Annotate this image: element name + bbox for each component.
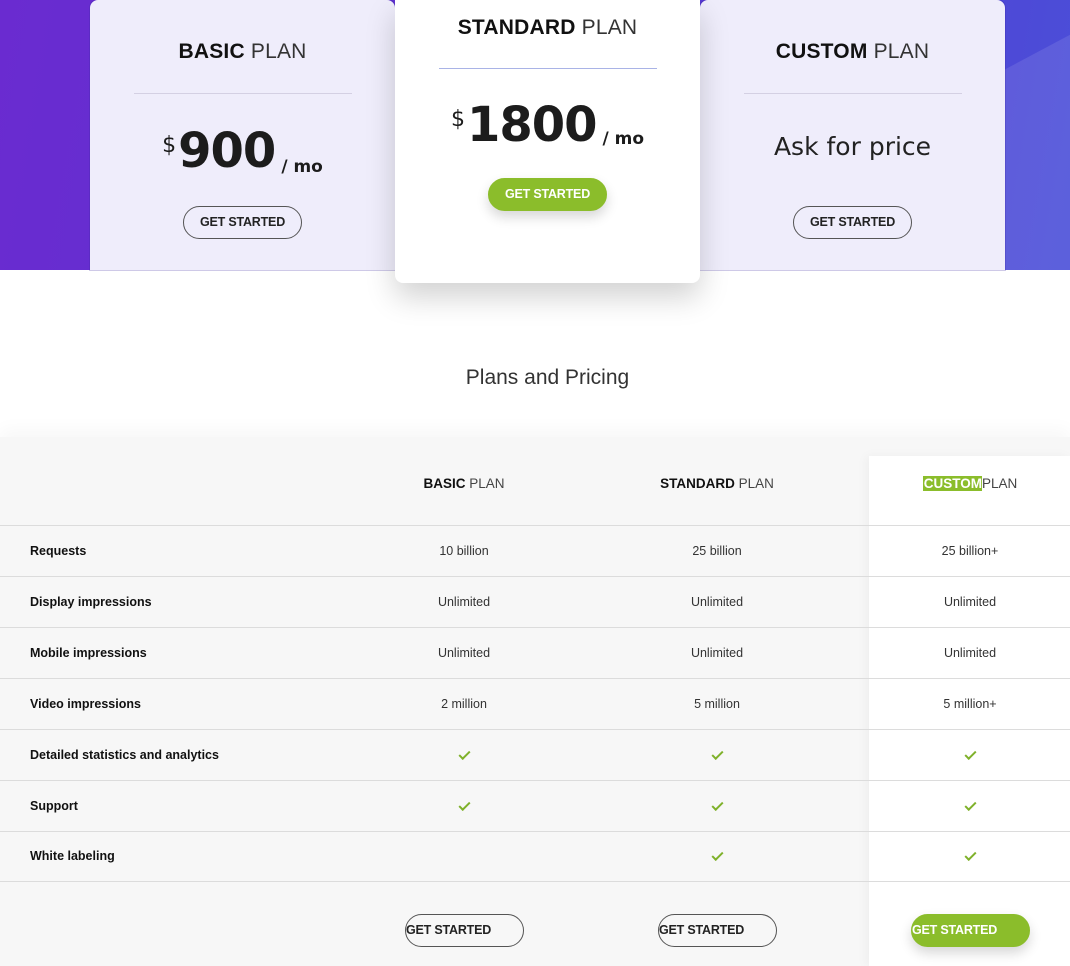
check-icon (457, 747, 471, 761)
price-period: / mo (281, 157, 323, 177)
price-amount: 900 (178, 123, 276, 179)
plan-name-light: PLAN (873, 40, 930, 63)
table-row: Detailed statistics and analytics (0, 730, 1070, 781)
column-name-light: PLAN (469, 476, 505, 491)
check-icon (963, 747, 977, 761)
basic-plan-title: BASIC PLAN (90, 40, 395, 64)
cell-basic: 2 million (441, 697, 487, 711)
cell-basic: Unlimited (437, 595, 491, 609)
row-divider (0, 678, 1070, 679)
cell-custom: Unlimited (943, 595, 997, 609)
check-icon (710, 747, 724, 761)
row-divider (0, 729, 1070, 730)
table-row: Support (0, 781, 1070, 832)
column-name-bold: STANDARD (660, 476, 735, 491)
cell-standard: 5 million (694, 697, 740, 711)
table-row: Display impressions Unlimited Unlimited … (0, 577, 1070, 628)
column-name-bold: BASIC (423, 476, 466, 491)
basic-plan-card: BASIC PLAN $ 900 / mo GET STARTED (90, 0, 395, 270)
table-basic-cta-wrap: GET STARTED (405, 914, 524, 947)
table-row: Video impressions 2 million 5 million 5 … (0, 679, 1070, 730)
section-title: Plans and Pricing (465, 366, 630, 389)
table-header-standard: STANDARD PLAN (617, 476, 817, 492)
cell-basic: Unlimited (437, 646, 491, 660)
row-label: Display impressions (30, 595, 152, 609)
standard-plan-card: STANDARD PLAN $ 1800 / mo GET STARTED (395, 0, 700, 283)
row-label: Requests (30, 544, 87, 558)
cell-custom (870, 781, 1070, 832)
check-icon (710, 798, 724, 812)
standard-get-started-button[interactable]: GET STARTED (488, 178, 607, 211)
cell-basic (364, 781, 564, 832)
cell-custom (870, 730, 1070, 781)
table-standard-get-started-button[interactable]: GET STARTED (658, 914, 777, 947)
row-label: Support (30, 799, 78, 813)
cell-custom (870, 831, 1070, 882)
cell-custom: Unlimited (943, 646, 997, 660)
row-divider (0, 780, 1070, 781)
price-period: / mo (602, 129, 645, 149)
table-header-basic: BASIC PLAN (364, 476, 564, 492)
price-currency: $ (162, 133, 177, 158)
cell-standard (617, 730, 817, 781)
row-label: Detailed statistics and analytics (30, 748, 219, 762)
table-row: White labeling (0, 831, 1070, 882)
row-divider (0, 881, 1070, 882)
plan-name-light: PLAN (581, 16, 638, 39)
column-name-light: PLAN (738, 476, 774, 491)
table-row: Requests 10 billion 25 billion 25 billio… (0, 526, 1070, 577)
custom-get-started-button[interactable]: GET STARTED (793, 206, 912, 239)
cell-standard: 25 billion (692, 544, 742, 558)
table-row: Mobile impressions Unlimited Unlimited U… (0, 628, 1070, 679)
card-divider (743, 93, 962, 94)
cell-standard (617, 781, 817, 832)
custom-plan-card: CUSTOM PLAN Ask for price GET STARTED (700, 0, 1005, 270)
row-label: White labeling (30, 849, 115, 863)
basic-plan-price: $ 900 / mo (90, 127, 395, 179)
table-custom-get-started-button[interactable]: GET STARTED (911, 914, 1030, 947)
cell-basic (364, 730, 564, 781)
plan-name-light: PLAN (250, 40, 307, 63)
cell-standard: Unlimited (690, 595, 744, 609)
column-name-light: PLAN (981, 476, 1018, 491)
card-divider (438, 68, 657, 69)
price-amount: 1800 (466, 97, 598, 153)
plan-name-bold: CUSTOM (775, 40, 868, 63)
cell-custom: 5 million+ (943, 697, 997, 711)
column-name-highlighted: CUSTOM (922, 476, 982, 491)
cell-basic: 10 billion (439, 544, 489, 558)
custom-plan-title: CUSTOM PLAN (700, 40, 1005, 64)
row-divider (0, 525, 1070, 526)
custom-plan-price: Ask for price (773, 132, 932, 161)
cell-standard (617, 831, 817, 882)
row-divider (0, 831, 1070, 832)
row-divider (0, 576, 1070, 577)
table-standard-cta-wrap: GET STARTED (658, 914, 777, 947)
cell-custom: 25 billion+ (941, 544, 999, 558)
check-icon (963, 848, 977, 862)
price-currency: $ (450, 107, 465, 132)
standard-plan-price: $ 1800 / mo (395, 101, 700, 151)
standard-plan-title: STANDARD PLAN (395, 16, 700, 40)
plan-name-bold: STANDARD (457, 16, 576, 39)
table-basic-get-started-button[interactable]: GET STARTED (405, 914, 524, 947)
card-divider (133, 93, 352, 94)
table-header-custom: CUSTOMPLAN (870, 476, 1070, 492)
check-icon (457, 798, 471, 812)
basic-get-started-button[interactable]: GET STARTED (183, 206, 302, 239)
plan-name-bold: BASIC (178, 40, 245, 63)
row-label: Video impressions (30, 697, 141, 711)
check-icon (963, 798, 977, 812)
row-divider (0, 627, 1070, 628)
row-label: Mobile impressions (30, 646, 147, 660)
check-icon (710, 848, 724, 862)
table-custom-cta-wrap: GET STARTED (911, 914, 1030, 947)
cell-standard: Unlimited (690, 646, 744, 660)
